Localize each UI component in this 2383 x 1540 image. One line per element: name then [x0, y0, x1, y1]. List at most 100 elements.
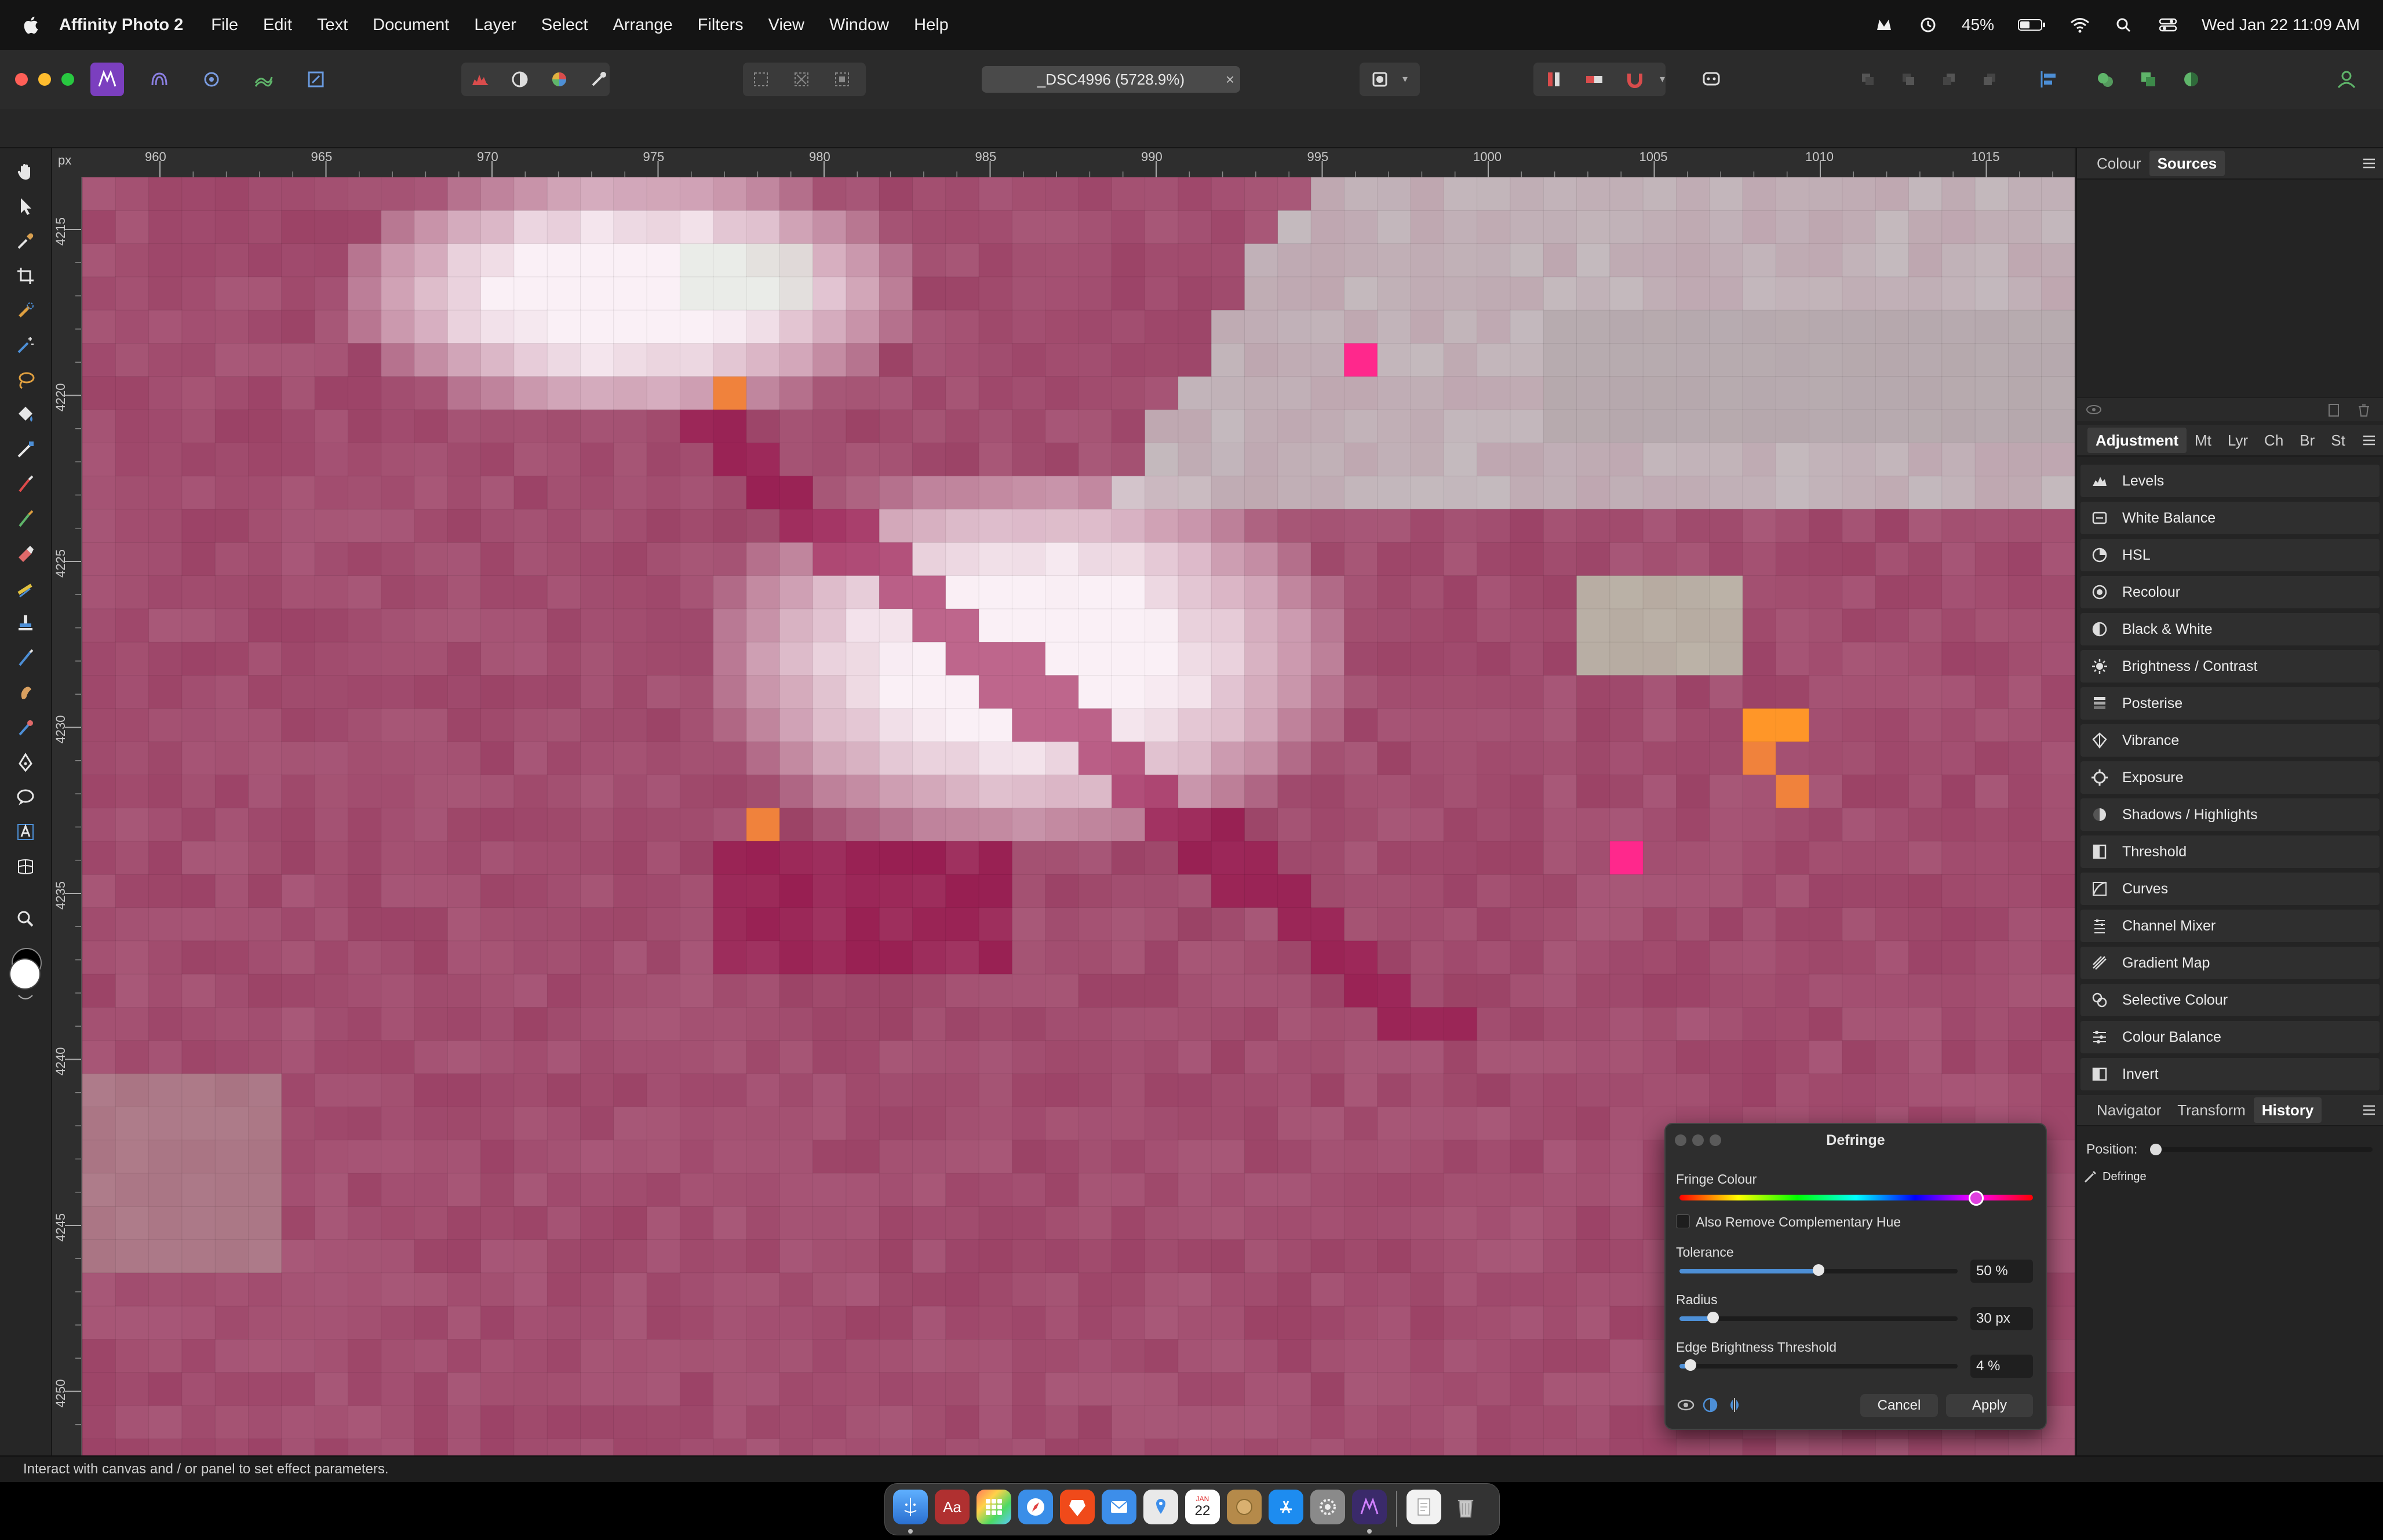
auto-colour-button[interactable]: [542, 63, 576, 96]
clone-brush-tool[interactable]: [10, 608, 41, 638]
menu-text[interactable]: Text: [317, 16, 348, 35]
view-tool[interactable]: [10, 156, 41, 187]
preview-toggle-icon[interactable]: [1676, 1396, 1696, 1414]
zoom-tool[interactable]: [10, 904, 41, 934]
erase-brush-tool[interactable]: [10, 539, 41, 569]
adjustment-item-white-balance[interactable]: White Balance: [2080, 502, 2380, 534]
fringe-colour-thumb[interactable]: [1969, 1191, 1984, 1206]
invert-selection-button[interactable]: [825, 63, 859, 96]
add-source-icon[interactable]: [2326, 403, 2341, 418]
split-view-icon[interactable]: [1700, 1396, 1720, 1414]
menu-select[interactable]: Select: [541, 16, 588, 35]
delete-source-icon[interactable]: [2356, 403, 2371, 418]
sponge-brush-tool[interactable]: [10, 713, 41, 743]
tab-colour[interactable]: Colour: [2089, 151, 2149, 176]
tab-lyr[interactable]: Lyr: [2220, 428, 2256, 453]
boolean-intersect-button[interactable]: [2174, 63, 2208, 96]
tab-mt[interactable]: Mt: [2187, 428, 2220, 453]
adjustment-item-recolour[interactable]: Recolour: [2080, 576, 2380, 608]
history-entry[interactable]: Defringe: [2077, 1166, 2383, 1188]
flood-fill-tool[interactable]: [10, 400, 41, 430]
finder-icon[interactable]: [893, 1490, 928, 1524]
deselect-button[interactable]: [785, 63, 818, 96]
force-pixel-alignment-button[interactable]: [1577, 63, 1611, 96]
menu-document[interactable]: Document: [373, 16, 449, 35]
adjustment-item-curves[interactable]: Curves: [2080, 873, 2380, 905]
snapping-dropdown-icon[interactable]: ▾: [1660, 73, 1665, 85]
visibility-icon[interactable]: [2085, 404, 2103, 415]
fringe-colour-slider[interactable]: [1679, 1191, 2033, 1206]
tab-adjustment[interactable]: Adjustment: [2087, 428, 2187, 453]
select-all-button[interactable]: [744, 63, 778, 96]
document-stack-icon[interactable]: [1407, 1490, 1441, 1524]
coin-app-icon[interactable]: [1227, 1490, 1262, 1524]
auto-white-balance-button[interactable]: [582, 63, 615, 96]
adjustment-item-levels[interactable]: Levels: [2080, 465, 2380, 497]
adjustment-item-gradient-map[interactable]: Gradient Map: [2080, 947, 2380, 979]
gradient-tool[interactable]: [10, 435, 41, 465]
menu-arrange[interactable]: Arrange: [613, 16, 673, 35]
adjustment-item-black-white[interactable]: Black & White: [2080, 613, 2380, 645]
window-zoom-button[interactable]: [61, 73, 74, 86]
export-persona-button[interactable]: [299, 63, 333, 96]
trash-icon[interactable]: [1448, 1490, 1483, 1524]
adjustment-item-vibrance[interactable]: Vibrance: [2080, 724, 2380, 757]
tab-history[interactable]: History: [2253, 1097, 2322, 1123]
app-store-icon[interactable]: [1269, 1490, 1303, 1524]
menubar-clock[interactable]: Wed Jan 22 11:09 AM: [2202, 16, 2360, 34]
account-button[interactable]: [2330, 63, 2363, 96]
history-position-thumb[interactable]: [2150, 1144, 2162, 1155]
adjustment-item-brightness-contrast[interactable]: Brightness / Contrast: [2080, 650, 2380, 683]
app-name-menu[interactable]: Affinity Photo 2: [59, 16, 183, 35]
snapping-button[interactable]: [1537, 63, 1571, 96]
primary-colour-swatch[interactable]: [9, 958, 41, 990]
photo-persona-button[interactable]: [90, 63, 124, 96]
move-tool[interactable]: [10, 191, 41, 221]
assistant-button[interactable]: [1695, 63, 1728, 96]
tab-sources[interactable]: Sources: [2149, 151, 2225, 176]
menu-layer[interactable]: Layer: [474, 16, 516, 35]
window-minimize-button[interactable]: [38, 73, 51, 86]
adjustment-item-invert[interactable]: Invert: [2080, 1058, 2380, 1090]
boolean-add-button[interactable]: [2089, 63, 2122, 96]
tolerance-slider-thumb[interactable]: [1813, 1264, 1824, 1276]
tab-navigator[interactable]: Navigator: [2089, 1097, 2169, 1123]
history-panel-menu-icon[interactable]: [2362, 1104, 2376, 1116]
shape-tool[interactable]: [10, 782, 41, 812]
adjustment-item-selective-colour[interactable]: Selective Colour: [2080, 984, 2380, 1016]
time-machine-icon[interactable]: [1918, 16, 1939, 34]
menu-edit[interactable]: Edit: [263, 16, 292, 35]
menu-window[interactable]: Window: [829, 16, 889, 35]
adjustment-panel-menu-icon[interactable]: [2362, 435, 2376, 446]
liquify-persona-button[interactable]: [143, 63, 176, 96]
selection-brush-tool[interactable]: [10, 295, 41, 326]
develop-persona-button[interactable]: [195, 63, 228, 96]
radius-slider-thumb[interactable]: [1707, 1312, 1719, 1323]
healing-brush-tool[interactable]: [10, 643, 41, 673]
text-tool[interactable]: [10, 817, 41, 847]
paint-brush-tool[interactable]: [10, 469, 41, 499]
adjustment-item-channel-mixer[interactable]: Channel Mixer: [2080, 910, 2380, 942]
edge-brightness-slider-thumb[interactable]: [1685, 1359, 1697, 1371]
apple-icon[interactable]: [22, 15, 39, 35]
window-close-button[interactable]: [15, 73, 28, 86]
align-button[interactable]: [2032, 63, 2065, 96]
menu-file[interactable]: File: [211, 16, 238, 35]
tab-st[interactable]: St: [2323, 428, 2353, 453]
wifi-icon[interactable]: [2069, 16, 2090, 34]
mail-icon[interactable]: [1102, 1490, 1136, 1524]
menu-help[interactable]: Help: [914, 16, 949, 35]
spotlight-search-icon[interactable]: [2114, 16, 2134, 34]
order-backward-button[interactable]: [1892, 63, 1925, 96]
radius-slider[interactable]: [1679, 1312, 1958, 1323]
safari-icon[interactable]: [1018, 1490, 1053, 1524]
document-close-icon[interactable]: ×: [1226, 71, 1234, 89]
edge-brightness-slider[interactable]: [1679, 1359, 1958, 1371]
fan-icon[interactable]: [1874, 16, 1894, 34]
swap-colours-icon[interactable]: [15, 993, 36, 1003]
histogram-button[interactable]: [464, 63, 497, 96]
auto-levels-button[interactable]: [503, 63, 537, 96]
adjustment-item-hsl[interactable]: HSL: [2080, 539, 2380, 571]
panel-menu-icon[interactable]: [2362, 158, 2376, 169]
calendar-icon[interactable]: JAN 22: [1185, 1490, 1220, 1524]
